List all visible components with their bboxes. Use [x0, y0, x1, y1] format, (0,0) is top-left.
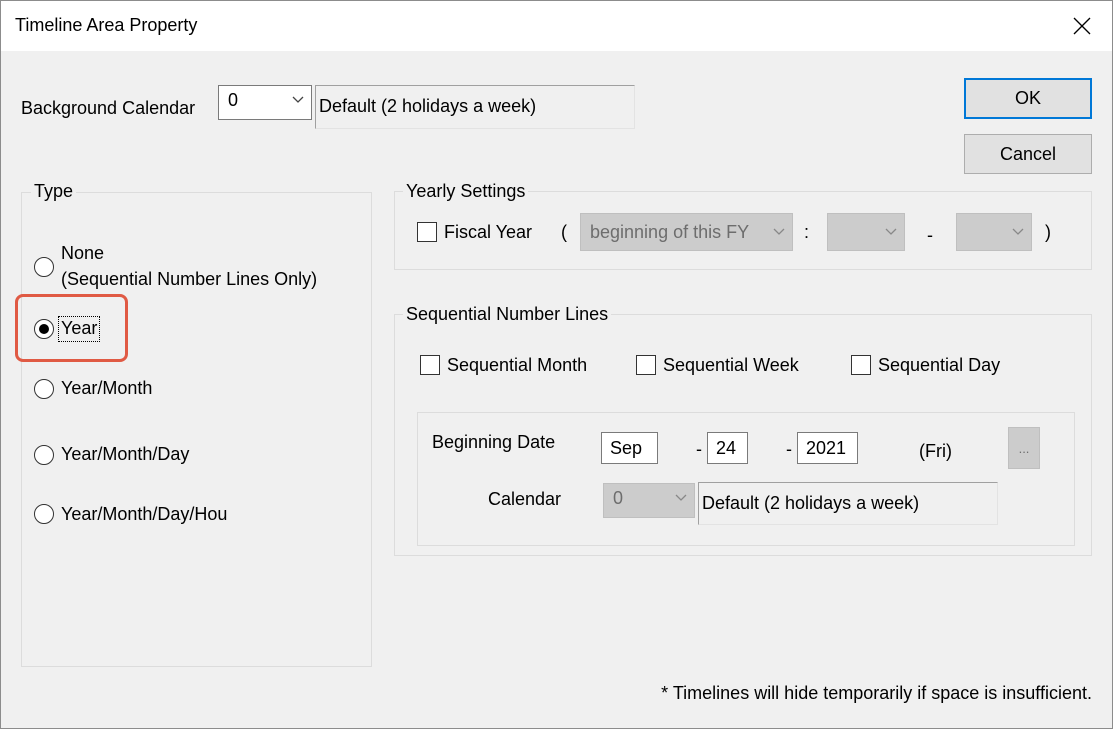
fy-month-select[interactable]: [827, 213, 905, 251]
radio-none[interactable]: [34, 257, 54, 277]
yearly-settings-title: Yearly Settings: [403, 181, 529, 202]
close-button[interactable]: [1052, 1, 1112, 51]
radio-year-month-label: Year/Month: [61, 378, 153, 398]
radio-year-month-day-label: Year/Month/Day: [61, 444, 190, 464]
chevron-down-icon: [773, 228, 785, 235]
type-group-title: Type: [31, 181, 77, 202]
fy-day-select[interactable]: [956, 213, 1032, 251]
chevron-down-icon: [292, 96, 304, 103]
sequential-week-checkbox[interactable]: [636, 355, 656, 375]
radio-selected-dot: [39, 324, 49, 334]
sequential-week-label: Sequential Week: [663, 355, 799, 375]
calendar-select[interactable]: 0: [603, 483, 695, 518]
date-picker-button[interactable]: ...: [1008, 427, 1040, 469]
chevron-down-icon: [675, 494, 687, 501]
radio-year[interactable]: [34, 319, 54, 339]
cancel-button[interactable]: Cancel: [964, 134, 1092, 174]
dialog-window: Timeline Area Property Background Calend…: [0, 0, 1113, 729]
year-field[interactable]: 2021: [797, 432, 858, 464]
fiscal-year-checkbox[interactable]: [417, 222, 437, 242]
close-paren: ): [1045, 222, 1051, 242]
fiscal-year-label: Fiscal Year: [444, 222, 533, 242]
footnote: * Timelines will hide temporarily if spa…: [661, 683, 1092, 703]
date-dash-1: -: [696, 439, 702, 459]
open-paren: (: [561, 222, 567, 242]
sequential-month-label: Sequential Month: [447, 355, 588, 375]
chevron-down-icon: [1012, 228, 1024, 235]
day-field[interactable]: 24: [707, 432, 748, 464]
dash-separator: -: [927, 225, 933, 245]
calendar-description: Default (2 holidays a week): [698, 482, 998, 525]
ok-button[interactable]: OK: [964, 78, 1092, 119]
background-calendar-description: Default (2 holidays a week): [315, 85, 635, 129]
month-field[interactable]: Sep: [601, 432, 658, 464]
beginning-date-label: Beginning Date: [432, 432, 556, 452]
radio-year-month-day-hour[interactable]: [34, 504, 54, 524]
sequential-day-label: Sequential Day: [878, 355, 1001, 375]
background-calendar-label: Background Calendar: [21, 98, 196, 118]
radio-year-label: Year: [61, 318, 98, 338]
close-icon: [1073, 17, 1091, 35]
sequential-month-checkbox[interactable]: [420, 355, 440, 375]
date-dash-2: -: [786, 439, 792, 459]
radio-year-month-day[interactable]: [34, 445, 54, 465]
radio-none-sublabel: (Sequential Number Lines Only): [61, 269, 318, 289]
fy-start-select[interactable]: beginning of this FY: [580, 213, 793, 251]
weekday-label: (Fri): [919, 441, 952, 461]
colon-separator: :: [804, 222, 810, 242]
background-calendar-select[interactable]: 0: [218, 85, 312, 120]
chevron-down-icon: [885, 228, 897, 235]
sequential-day-checkbox[interactable]: [851, 355, 871, 375]
radio-year-month-day-hour-label: Year/Month/Day/Hou: [61, 504, 228, 524]
window-title: Timeline Area Property: [15, 15, 198, 35]
radio-none-label: None: [61, 243, 105, 263]
sequential-title: Sequential Number Lines: [403, 304, 612, 325]
radio-year-month[interactable]: [34, 379, 54, 399]
title-bar: Timeline Area Property: [1, 1, 1112, 51]
calendar-label: Calendar: [488, 489, 562, 509]
